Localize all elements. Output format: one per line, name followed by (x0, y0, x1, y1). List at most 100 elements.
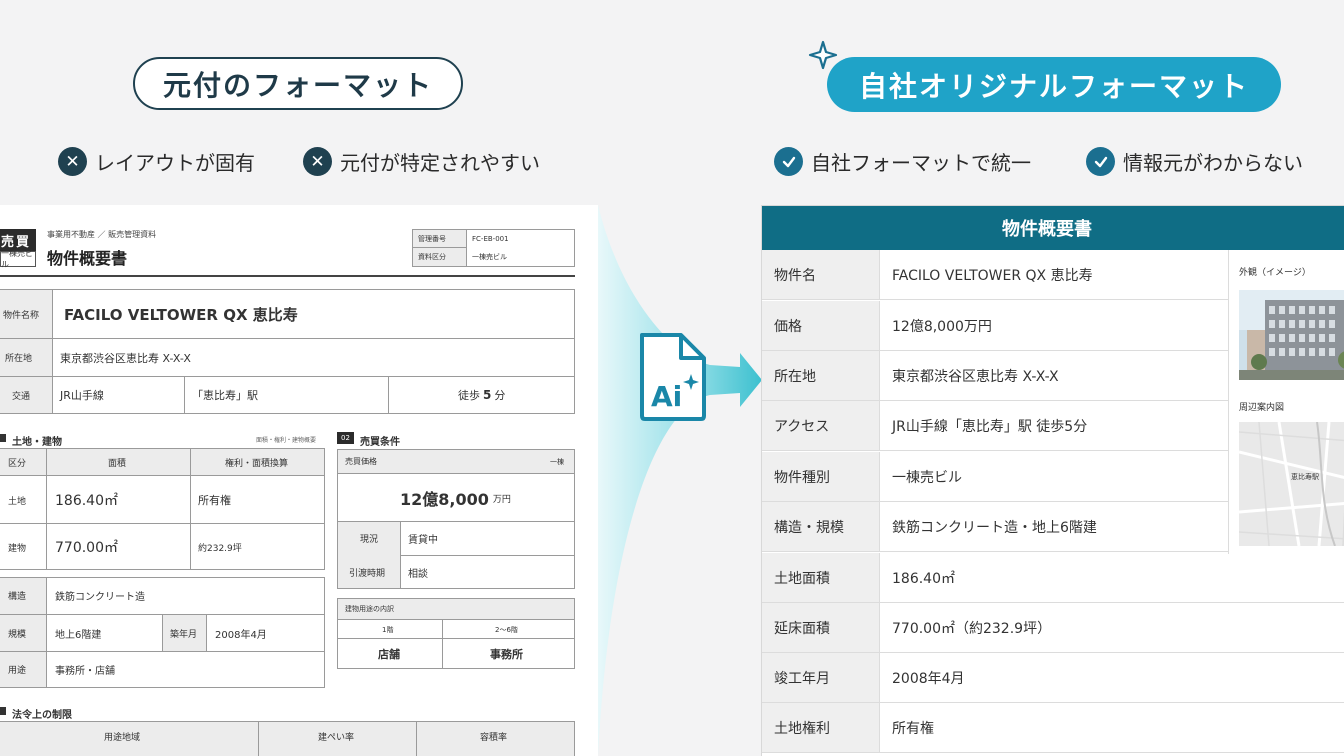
mgmt-label: 資料区分 (418, 253, 446, 261)
media-panel: 外観（イメージ） 周辺案内図 恵比寿駅 (1228, 250, 1344, 554)
area-map (1239, 422, 1344, 546)
left-point-1: ✕ レイアウトが固有 (58, 147, 255, 176)
original-format-title: 元付のフォーマット (133, 57, 463, 110)
transform-arrow (598, 205, 762, 756)
own-format-table: 物件概要書 物件名 FACILO VELTOWER QX 恵比寿 価格 12億8,0… (761, 205, 1344, 756)
land-kind: 土地 (8, 496, 27, 507)
mgmt-label: 管理番号 (418, 234, 446, 243)
land-area: 186.40㎡ (55, 493, 118, 509)
row-label: 延床面積 (762, 603, 880, 652)
original-format-sheet: 売買 一棟売ビル 事業用不動産 ／ 販売管理資料 物件概要書 管理番号 FC-E… (0, 205, 598, 756)
row-value: 鉄筋コンクリート造・地上6階建 (892, 519, 1097, 536)
left-point-2: ✕ 元付が特定されやすい (303, 147, 540, 176)
land-section-title: 土地・建物 (12, 437, 62, 448)
scale-value: 地上6階建 (55, 629, 102, 641)
row-label: 土地権利 (762, 703, 880, 752)
use-label: 用途 (8, 666, 27, 676)
row-label: アクセス (762, 401, 880, 450)
left-point-label: レイアウトが固有 (95, 151, 255, 175)
usage-floor: 2〜6階 (495, 625, 518, 634)
land-section-note: 面積・権利・建物概要 (256, 437, 317, 444)
usage-title: 建物用途の内訳 (345, 605, 394, 613)
row-label: 土地面積 (762, 553, 880, 602)
land-header: 区分 (8, 458, 27, 469)
left-point-label: 元付が特定されやすい (340, 151, 540, 175)
row-value: 770.00㎡（約232.9坪） (892, 620, 1052, 637)
row-value: 一棟売ビル (892, 469, 962, 486)
land-header: 面積 (108, 458, 127, 469)
status-label: 現況 (360, 535, 379, 545)
row-value: 186.40㎡ (892, 570, 955, 587)
scale-label: 規模 (8, 629, 27, 640)
property-name: FACILO VELTOWER QX 恵比寿 (64, 305, 298, 324)
price-value: 12億8,000 万円 (400, 490, 511, 509)
ai-label: Ai (651, 380, 682, 413)
x-icon: ✕ (303, 147, 332, 176)
law-header: 建ぺい率 (318, 732, 355, 743)
row-value: 12億8,000万円 (892, 318, 992, 335)
sheet-title: 物件概要書 (47, 249, 128, 268)
check-icon (1086, 147, 1115, 176)
address-label: 所在地 (5, 354, 33, 364)
right-point-1: 自社フォーマットで統一 (774, 147, 1031, 176)
structure-value: 鉄筋コンクリート造 (55, 592, 145, 603)
table-row: 土地面積 186.40㎡ (762, 553, 1344, 603)
station-value: 「恵比寿」駅 (192, 389, 258, 402)
handover-value: 相談 (408, 569, 428, 580)
law-header: 容積率 (480, 732, 508, 743)
right-point-label: 自社フォーマットで統一 (811, 151, 1031, 175)
table-row: 竣工年月 2008年4月 (762, 653, 1344, 703)
map-station-label: 恵比寿駅 (1291, 473, 1319, 481)
exterior-label: 外観（イメージ） (1239, 268, 1311, 278)
sale-tag-sub: 一棟売ビル (0, 249, 36, 269)
usage-floor: 1階 (382, 625, 394, 634)
line-value: JR山手線 (60, 389, 104, 402)
price-note: 一棟 (550, 457, 564, 466)
right-point-2: 情報元がわからない (1086, 147, 1303, 176)
mgmt-value: FC-EB-001 (472, 234, 509, 243)
status-value: 賃貸中 (408, 535, 438, 546)
built-label: 築年月 (170, 629, 198, 640)
row-value: 所有権 (892, 720, 934, 737)
right-point-label: 情報元がわからない (1123, 151, 1303, 175)
check-icon (774, 147, 803, 176)
sale-section-title: 売買条件 (360, 437, 400, 448)
building-tsubo: 約232.9坪 (198, 543, 242, 554)
use-value: 事務所・店舗 (55, 666, 115, 677)
ai-document-icon: Ai (640, 333, 706, 421)
law-section-title: 法令上の制限 (12, 710, 72, 721)
own-format-header: 物件概要書 (762, 206, 1344, 250)
row-label: 構造・規模 (762, 502, 880, 551)
structure-label: 構造 (8, 592, 27, 602)
row-label: 所在地 (762, 351, 880, 400)
row-value: FACILO VELTOWER QX 恵比寿 (892, 267, 1093, 284)
row-value: JR山手線「恵比寿」駅 徒歩5分 (892, 418, 1088, 435)
building-area: 770.00㎡ (55, 540, 118, 556)
own-format-title: 自社オリジナルフォーマット (827, 57, 1281, 112)
row-label: 価格 (762, 301, 880, 350)
table-row: 土地権利 所有権 (762, 703, 1344, 753)
price-label: 売買価格 (345, 457, 377, 466)
x-icon: ✕ (58, 147, 87, 176)
row-label: 物件種別 (762, 452, 880, 501)
handover-label: 引渡時期 (349, 569, 386, 579)
walk-value: 徒歩 5 分 (458, 388, 506, 402)
exterior-photo (1239, 290, 1344, 380)
row-label: 竣工年月 (762, 653, 880, 702)
sale-section-num: 02 (337, 432, 354, 444)
land-header: 権利・面積換算 (225, 458, 289, 469)
building-kind: 建物 (8, 543, 27, 554)
row-label: 物件名 (762, 250, 880, 299)
table-row: 延床面積 770.00㎡（約232.9坪） (762, 603, 1344, 653)
mgmt-value: 一棟売ビル (472, 253, 507, 261)
row-value: 東京都渋谷区恵比寿 X-X-X (892, 368, 1059, 385)
address-value: 東京都渋谷区恵比寿 X-X-X (60, 351, 191, 365)
usage-use: 事務所 (490, 648, 523, 661)
usage-use: 店舗 (378, 648, 400, 661)
built-value: 2008年4月 (215, 629, 267, 641)
sheet-subtitle: 事業用不動産 ／ 販売管理資料 (47, 230, 157, 239)
law-header: 用途地域 (104, 732, 141, 743)
transport-label: 交通 (12, 391, 31, 402)
row-value: 2008年4月 (892, 670, 965, 687)
name-label: 物件名称 (3, 310, 40, 321)
